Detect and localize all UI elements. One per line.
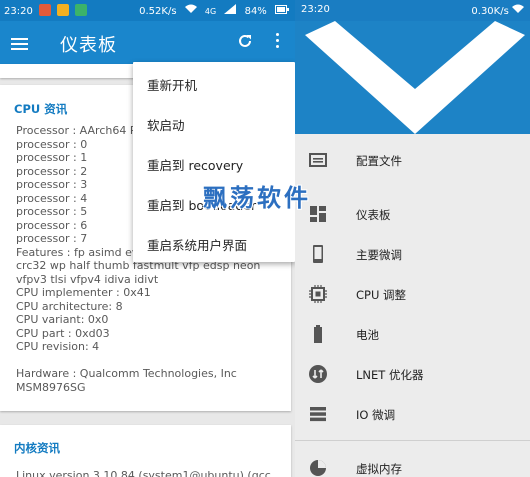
cpu-line: CPU variant: 0x0 [16,313,109,326]
status-time: 23:20 [4,6,33,17]
nav-label-io-tweaks: IO 微调 [356,408,396,422]
kernel-info-card: 内核资讯 Linux version 3.10.84 (system1@ubun… [0,425,291,477]
menu-item-reboot[interactable]: 重新开机 [147,75,197,94]
nav-label-cpu-tuning: CPU 调整 [356,288,407,302]
refresh-icon[interactable] [236,32,254,50]
kernel-line: Linux version 3.10.84 (system1@ubuntu) (… [16,469,271,477]
cpu-line: CPU architecture: 8 [16,299,123,313]
more-vert-icon[interactable] [272,33,282,51]
status-bar: 23:20 0.52K/s 4G 84% [0,0,295,21]
net-speed: 0.52K/s [139,6,177,17]
cpu-icon [309,285,327,303]
net-speed-right: 0.30K/s [471,6,509,17]
profile-icon [309,151,327,169]
menu-item-soft-reboot[interactable]: 软启动 [147,115,185,134]
nav-divider [295,440,530,441]
menu-item-reboot-recovery[interactable]: 重启到 recovery [147,155,243,174]
signal-icon [224,4,239,17]
nav-label-virtual-memory: 虚拟内存 [356,462,402,476]
nav-item-dashboard[interactable]: 仪表板 [295,195,530,231]
cpu-line: CPU revision: 4 [16,340,100,353]
cpu-line: Hardware : Qualcomm Technologies, Inc [16,367,237,380]
nav-item-io-tweaks[interactable]: IO 微调 [295,395,530,431]
nav-label-dashboard: 仪表板 [356,208,391,222]
cpu-line: CPU implementer : 0x41 [16,286,151,299]
cpu-line-blank [16,354,260,368]
cpu-line: vfpv3 tlsi vfpv4 idiva idivt [16,272,159,286]
dashboard-icon [309,205,327,223]
wifi-icon [184,4,200,17]
cpu-line: CPU part : 0xd03 [16,326,110,340]
nav-item-virtual-memory[interactable]: 虚拟内存 [295,449,530,477]
status-time-right: 23:20 [301,4,330,15]
nav-item-cpu-tuning[interactable]: CPU 调整 [295,275,530,311]
overflow-menu: 重新开机 软启动 重启到 recovery 重启到 bootloader 重启系… [133,62,295,262]
nav-item-lnet[interactable]: LNET 优化器 [295,355,530,391]
battery-percent: 84% [244,6,267,17]
nav-item-main-tweaks[interactable]: 主要微调 [295,235,530,271]
left-screen: 23:20 0.52K/s 4G 84% 仪表板 CPU 资讯 Processo… [0,0,295,477]
right-screen: 23:20 0.30K/s 配置文件 仪表板 主要微调 CPU 调整 电池 LN… [295,0,530,477]
phone-icon [309,245,327,263]
nav-label-profiles: 配置文件 [356,154,402,168]
signal-label: 4G [204,7,217,16]
page-title: 仪表板 [60,35,117,56]
battery-icon [275,5,289,17]
nav-label-battery: 电池 [356,328,379,342]
wifi-icon [512,4,524,17]
nav-header [295,21,530,134]
nav-label-main-tweaks: 主要微调 [356,248,402,262]
nav-item-profiles[interactable]: 配置文件 [295,141,530,177]
app-icon [75,4,88,16]
menu-item-restart-systemui[interactable]: 重启系统用户界面 [147,235,247,254]
battery-icon [309,325,327,343]
io-icon [309,405,327,423]
kernel-info-title: 内核资讯 [14,441,60,455]
app-bar: 仪表板 [0,21,295,64]
qq-icon [57,4,70,16]
cpu-line: MSM8976SG [16,380,86,394]
app-logo-chevron-icon [305,21,525,134]
watermark-text: 飘荡软件 [203,184,311,212]
weibo-icon [39,4,52,16]
nav-item-battery[interactable]: 电池 [295,315,530,351]
lnet-icon [309,365,327,383]
pie-chart-icon [309,459,327,477]
menu-icon[interactable] [11,38,28,50]
nav-label-lnet: LNET 优化器 [356,368,424,382]
status-bar-right: 23:20 0.30K/s [295,0,530,21]
cpu-info-title: CPU 资讯 [14,102,68,116]
